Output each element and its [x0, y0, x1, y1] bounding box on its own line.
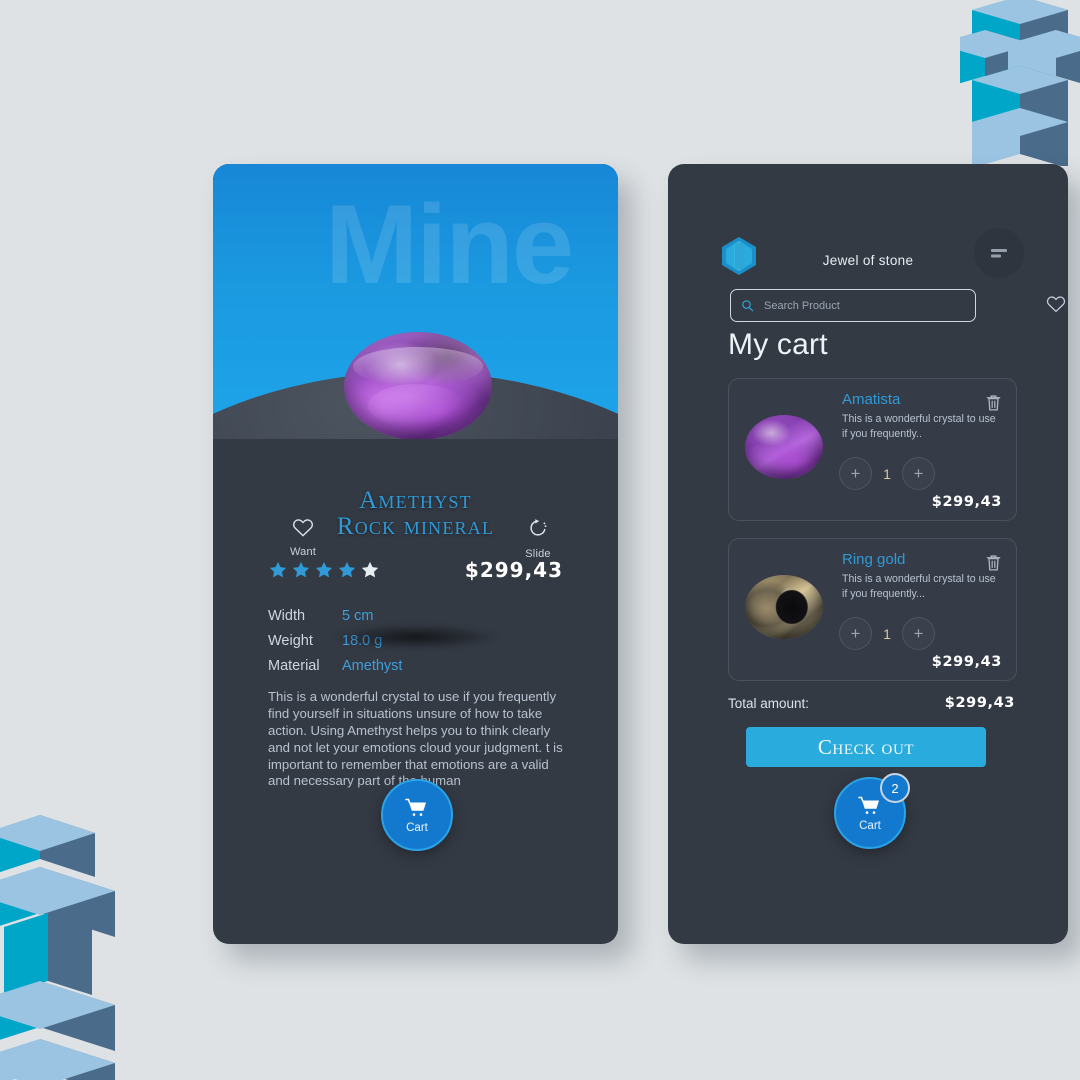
amethyst-gem-image [344, 332, 492, 439]
heart-icon [293, 519, 313, 537]
star-filled-icon [269, 561, 287, 578]
rotate-slide-icon [530, 519, 547, 536]
decrease-quantity-button[interactable]: + [839, 617, 872, 650]
quantity-value: 1 [883, 465, 891, 482]
cart-heading: My cart [728, 328, 828, 361]
star-filled-icon [292, 561, 310, 578]
search-box[interactable] [730, 289, 976, 322]
gem-shadow [331, 624, 501, 650]
trash-icon[interactable] [985, 393, 1002, 412]
product-hero: Mine [213, 164, 618, 439]
cart-badge: 2 [880, 773, 910, 803]
checkout-button[interactable]: Check out [746, 727, 986, 767]
filter-icon [991, 249, 1007, 258]
cart-icon [858, 796, 879, 814]
hero-watermark: Mine [325, 182, 574, 307]
cart-header: Jewel of stone [668, 228, 1068, 288]
spec-row: Material Amethyst [268, 658, 618, 674]
total-label: Total amount: [728, 695, 810, 711]
total-value: $299,43 [944, 695, 1015, 711]
filter-button[interactable] [974, 228, 1024, 278]
cart-item-price: $299,43 [931, 654, 1002, 670]
quantity-stepper: + 1 + [839, 617, 935, 650]
spec-row: Width 5 cm [268, 608, 618, 624]
cart-item-image [745, 575, 823, 639]
cart-item-name: Amatista [842, 391, 901, 408]
trash-icon[interactable] [985, 553, 1002, 572]
spec-key: Material [268, 658, 320, 674]
cart-fab-label: Cart [406, 822, 428, 834]
search-input[interactable] [762, 298, 946, 313]
isometric-cubes-top-right [960, 0, 1080, 166]
want-label: Want [289, 546, 317, 558]
increase-quantity-button[interactable]: + [902, 457, 935, 490]
slide-label: Slide [525, 548, 551, 560]
search-row [730, 289, 1068, 322]
star-filled-icon [338, 561, 356, 578]
star-empty-icon [361, 561, 379, 578]
spec-value: 5 cm [342, 608, 374, 624]
spec-key: Width [268, 608, 306, 624]
decrease-quantity-button[interactable]: + [839, 457, 872, 490]
increase-quantity-button[interactable]: + [902, 617, 935, 650]
product-details: Want Slide Amethyst Rock mineral $299,43… [213, 439, 618, 944]
want-button[interactable]: Want [268, 517, 338, 560]
star-filled-icon [315, 561, 333, 578]
cart-item-name: Ring gold [842, 551, 906, 568]
quantity-stepper: + 1 + [839, 457, 935, 490]
product-description: This is a wonderful crystal to use if yo… [268, 689, 563, 789]
star-rating [268, 560, 380, 580]
slide-button[interactable]: Slide [503, 517, 573, 562]
cart-icon [405, 798, 426, 816]
cart-item[interactable]: Ring gold This is a wonderful crystal to… [728, 538, 1017, 681]
total-row: Total amount: $299,43 [728, 695, 1015, 711]
product-title-line1: Amethyst [359, 487, 472, 514]
quantity-value: 1 [883, 625, 891, 642]
cart-fab-product[interactable]: Cart [381, 779, 453, 851]
cart-item-price: $299,43 [931, 494, 1002, 510]
cart-fab-label: Cart [859, 820, 881, 832]
cart-fab-cart-screen[interactable]: Cart 2 [834, 773, 910, 849]
cart-item-image [745, 415, 823, 479]
search-icon [742, 300, 754, 312]
spec-value: Amethyst [342, 658, 403, 674]
isometric-tower-bottom-left [0, 815, 115, 1080]
favorite-heart-icon[interactable] [1046, 294, 1066, 313]
cart-item[interactable]: Amatista This is a wonderful crystal to … [728, 378, 1017, 521]
cart-item-description: This is a wonderful crystal to use if yo… [842, 413, 996, 441]
cart-item-description: This is a wonderful crystal to use if yo… [842, 573, 996, 601]
